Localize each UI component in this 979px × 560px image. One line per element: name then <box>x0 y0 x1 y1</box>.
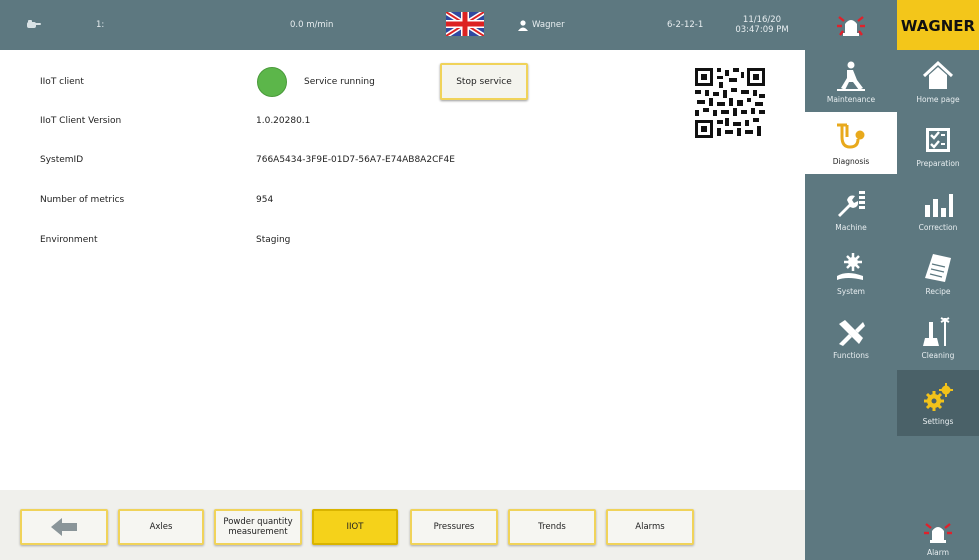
wagner-logo: WAGNER <box>897 0 979 50</box>
menu-item-recipe[interactable]: Recipe <box>897 242 979 304</box>
tools-icon <box>835 315 867 349</box>
menu-item-maintenance[interactable]: Maintenance <box>805 50 897 112</box>
gears-icon <box>921 381 955 415</box>
user-indicator[interactable]: Wagner <box>518 0 565 50</box>
alarm-light-icon[interactable] <box>805 0 897 50</box>
time: 03:47:09 PM <box>735 25 789 35</box>
conveyor-speed: 0.0 m/min <box>290 20 334 30</box>
qr-code-image <box>695 68 765 138</box>
axles-button[interactable]: Axles <box>118 509 204 545</box>
uk-flag-icon[interactable] <box>446 12 484 36</box>
gear-wrench-icon <box>835 251 867 285</box>
maintenance-icon <box>835 59 867 93</box>
alarm-light-icon <box>924 518 952 546</box>
date: 11/16/20 <box>742 15 782 25</box>
menu-item-correction[interactable]: Correction <box>897 178 979 240</box>
cleaning-icon <box>923 315 953 349</box>
trends-button[interactable]: Trends <box>508 509 596 545</box>
system-id-label: SystemID <box>40 155 84 165</box>
iiot-button[interactable]: IIOT <box>312 509 398 545</box>
pressures-button[interactable]: Pressures <box>410 509 498 545</box>
user-icon <box>518 19 528 31</box>
menu-item-machine[interactable]: Machine <box>805 178 897 240</box>
menu-item-functions[interactable]: Functions <box>805 306 897 368</box>
client-version-value: 1.0.20280.1 <box>256 116 311 126</box>
diagnosis-submenu: Maintenance Diagnosis Machine System Fun… <box>805 50 897 560</box>
powder-quantity-button[interactable]: Powder quantity measurement <box>214 509 302 545</box>
stop-service-button[interactable]: Stop service <box>440 63 528 100</box>
home-icon <box>922 59 954 93</box>
hand-pointer-icon <box>26 0 42 50</box>
menu-item-cleaning[interactable]: Cleaning <box>897 306 979 368</box>
program-code: 6-2-12-1 <box>667 20 704 30</box>
menu-item-home-page[interactable]: Home page <box>897 50 979 112</box>
alarm-button[interactable]: Alarm <box>897 514 979 560</box>
arrow-left-icon <box>51 518 77 536</box>
top-status-bar: 1: 0.0 m/min Wagner 6-2-12-1 11/16/20 03… <box>0 0 979 50</box>
service-status-indicator <box>257 67 287 97</box>
metrics-count-label: Number of metrics <box>40 195 125 205</box>
menu-item-preparation[interactable]: Preparation <box>897 114 979 176</box>
system-id-value: 766A5434-3F9E-01D7-56A7-E74AB8A2CF4E <box>256 155 455 165</box>
environment-label: Environment <box>40 235 98 245</box>
iiot-client-label: IIoT client <box>40 77 84 87</box>
bottom-navigation-bar: Axles Powder quantity measurement IIOT P… <box>0 490 805 560</box>
service-status-text: Service running <box>304 77 375 87</box>
menu-item-settings[interactable]: Settings <box>897 370 979 436</box>
checklist-icon <box>923 123 953 157</box>
iiot-info-panel: IIoT client Service running Stop service… <box>0 50 805 490</box>
environment-value: Staging <box>256 235 291 245</box>
date-time: 11/16/20 03:47:09 PM <box>722 0 802 50</box>
menu-item-system[interactable]: System <box>805 242 897 304</box>
menu-item-diagnosis[interactable]: Diagnosis <box>805 112 897 174</box>
logo-text: WAGNER <box>901 17 976 35</box>
stethoscope-icon <box>834 121 868 155</box>
back-button[interactable] <box>20 509 108 545</box>
main-menu: Home page Preparation Correction Recipe … <box>897 50 979 560</box>
bar-chart-icon <box>922 187 954 221</box>
station-number: 1: <box>96 20 105 30</box>
client-version-label: IIoT Client Version <box>40 116 122 126</box>
wrench-icon <box>835 187 867 221</box>
notepad-icon <box>923 251 953 285</box>
user-name: Wagner <box>532 20 565 30</box>
metrics-count-value: 954 <box>256 195 274 205</box>
alarms-button[interactable]: Alarms <box>606 509 694 545</box>
